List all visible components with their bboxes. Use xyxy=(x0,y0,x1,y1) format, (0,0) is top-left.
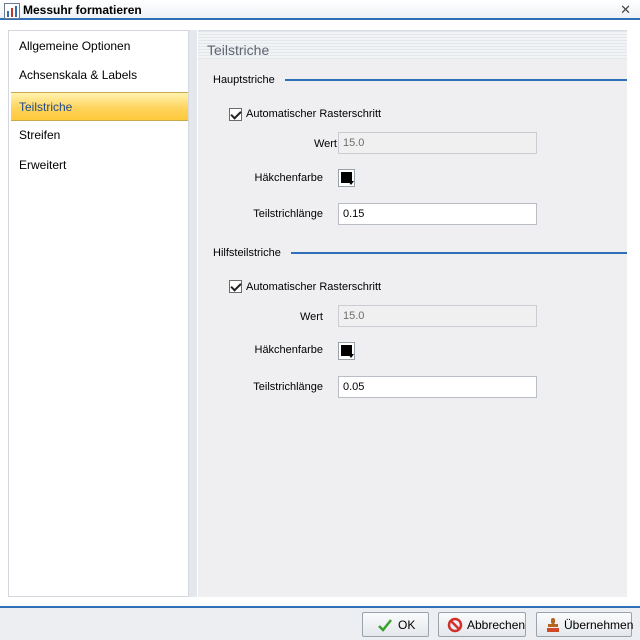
sidebar: Allgemeine Optionen Achsenskala & Labels… xyxy=(8,30,189,597)
dialog-footer: OK Abbrechen Übernehmen xyxy=(0,608,640,640)
panel-title: Teilstriche xyxy=(207,42,270,58)
settings-panel: Teilstriche Hauptstriche Automatischer R… xyxy=(198,30,627,597)
major-value-field[interactable]: 15.0 xyxy=(338,132,537,154)
minor-value-field[interactable]: 15.0 xyxy=(338,305,537,327)
sidebar-item-streifen[interactable]: Streifen xyxy=(11,121,188,150)
title-bar: Messuhr formatieren ✕ xyxy=(0,0,640,20)
major-color-label: Häkchenfarbe xyxy=(254,172,324,184)
panel-splitter[interactable] xyxy=(189,30,197,597)
minor-length-field[interactable]: 0.05 xyxy=(338,376,537,398)
minor-color-picker[interactable] xyxy=(338,342,355,360)
minor-auto-step-checkbox[interactable] xyxy=(229,280,242,293)
checkmark-icon xyxy=(378,619,392,632)
major-length-label: Teilstrichlänge xyxy=(253,208,323,220)
major-value-label: Wert xyxy=(313,138,337,150)
minor-value-label: Wert xyxy=(299,311,323,323)
dropdown-arrow-icon xyxy=(348,181,354,185)
section-divider xyxy=(291,252,627,254)
major-auto-step-label: Automatischer Rasterschritt xyxy=(246,108,382,120)
sidebar-item-achsenskala-labels[interactable]: Achsenskala & Labels xyxy=(11,61,188,90)
ok-button-label: OK xyxy=(398,618,416,632)
minor-auto-step-label: Automatischer Rasterschritt xyxy=(246,281,382,293)
apply-button-label: Übernehmen xyxy=(564,618,634,632)
section-title-hilfsteilstriche: Hilfsteilstriche xyxy=(213,247,281,259)
cancel-button-label: Abbrechen xyxy=(467,618,526,632)
window-title: Messuhr formatieren xyxy=(23,3,142,17)
section-divider xyxy=(285,79,627,81)
ok-button[interactable]: OK xyxy=(362,612,429,637)
major-length-field[interactable]: 0.15 xyxy=(338,203,537,225)
stamp-icon xyxy=(547,618,559,632)
section-title-hauptstriche: Hauptstriche xyxy=(213,74,275,86)
cancel-button[interactable]: Abbrechen xyxy=(438,612,526,637)
apply-button[interactable]: Übernehmen xyxy=(536,612,634,637)
cancel-icon xyxy=(447,617,463,633)
minor-length-label: Teilstrichlänge xyxy=(253,381,323,393)
minor-color-label: Häkchenfarbe xyxy=(254,344,324,356)
major-auto-step-checkbox[interactable] xyxy=(229,108,242,121)
sidebar-item-erweitert[interactable]: Erweitert xyxy=(11,151,188,180)
panel-header: Teilstriche xyxy=(198,31,627,59)
close-icon[interactable]: ✕ xyxy=(620,3,631,17)
dropdown-arrow-icon xyxy=(348,354,354,358)
sidebar-item-teilstriche[interactable]: Teilstriche xyxy=(11,92,188,121)
chart-app-icon xyxy=(4,3,20,19)
sidebar-item-allgemeine-optionen[interactable]: Allgemeine Optionen xyxy=(11,32,188,61)
major-color-picker[interactable] xyxy=(338,169,355,187)
